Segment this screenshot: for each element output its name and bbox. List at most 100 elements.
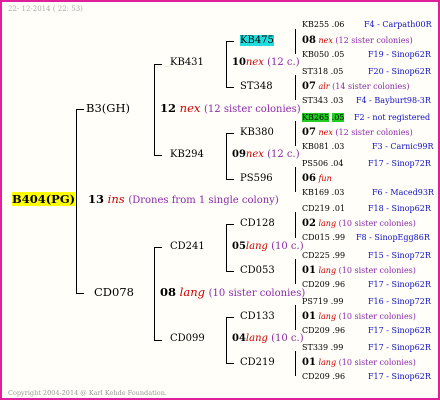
gen3-label[interactable]: KB294 [170,149,204,160]
gen4-label[interactable]: CD133 [240,311,275,322]
connector [226,87,234,88]
gen5-info: F6 - Maced93R [372,188,434,197]
gen4-label[interactable]: CD053 [240,265,275,276]
gen3-label[interactable]: KB431 [170,57,204,68]
num: 06 [302,173,316,184]
gen3-node[interactable]: CD241 [170,242,205,252]
gen5-entry[interactable]: PS506 .04 [302,160,343,168]
gen4-mating: 07 nex (12 sister colonies) [302,128,413,138]
id[interactable]: PS719 [302,297,328,306]
gen2-label[interactable]: B3(GH) [86,101,130,115]
gen3-node[interactable]: KB294 [170,150,204,160]
sisters: (10 sister colonies) [208,288,306,299]
id[interactable]: CD015 [302,233,330,242]
id[interactable]: ST339 [302,343,328,352]
id[interactable]: KB050 [302,50,329,59]
gen4-node[interactable]: KB380 [240,128,274,138]
id[interactable]: KB255 [302,20,329,29]
id[interactable]: KB169 [302,188,329,197]
gen4-node[interactable]: CD133 [240,312,275,322]
cd078-bracket [154,247,155,340]
connector [226,317,234,318]
year: .03 [330,96,344,105]
id[interactable]: ST318 [302,67,328,76]
gen2-b3[interactable]: B3(GH) [86,101,130,115]
gen3-mating: 09nex (12 c.) [232,150,300,160]
root-mate: ins [107,192,125,206]
root-node[interactable]: B404(PG) [12,192,76,206]
pedigree-frame: ~ ~ ~ 22- 12-2014 ( 22: 53) B404(PG) 13 … [0,0,440,400]
gen5-entry[interactable]: KB255 .06 [302,21,344,29]
root-note: (Drones from 1 single colony) [128,195,279,206]
gen4-node[interactable]: KB475 [240,35,274,46]
bracket [295,75,296,100]
gen3-node[interactable]: KB431 [170,58,204,68]
id[interactable]: CD225 [302,251,330,260]
num: 01 [302,357,316,368]
id[interactable]: PS506 [302,159,328,168]
bracket [226,224,227,271]
gen4-node[interactable]: PS596 [240,174,273,184]
gen4-node[interactable]: CD219 [240,358,275,368]
gen2-cd078-mating: 08 lang (10 sister colonies) [160,286,306,299]
root-label[interactable]: B404(PG) [12,192,76,206]
bracket [226,41,227,87]
gen4-node[interactable]: CD053 [240,266,275,276]
gen4-node[interactable]: ST348 [240,82,273,92]
gen5-entry[interactable]: ST343 .03 [302,97,343,105]
gen5-entry[interactable]: PS719 .99 [302,298,343,306]
gen5-entry[interactable]: KB169 .03 [302,189,344,197]
gen4-label[interactable]: PS596 [240,173,273,184]
gen4-label[interactable]: KB380 [240,127,274,138]
gen4-node[interactable]: CD128 [240,219,275,229]
gen5-entry[interactable]: KB265 .05 [302,113,345,122]
gen4-label[interactable]: KB475 [240,35,274,46]
year: .99 [330,297,344,306]
mate: lang [245,333,268,344]
mate: lang [318,219,337,228]
id[interactable]: CD219 [302,204,330,213]
num: 01 [302,311,316,322]
year: .05 [331,113,345,122]
gen5-entry[interactable]: CD219 .01 [302,205,345,213]
gen2-label[interactable]: CD078 [94,285,134,299]
gen3-label[interactable]: CD099 [170,333,205,344]
gen4-mating: 07 alr (14 sister colonies) [302,82,409,92]
gen4-label[interactable]: CD128 [240,218,275,229]
gen5-entry[interactable]: CD225 .99 [302,252,345,260]
gen5-entry[interactable]: CD209 .96 [302,327,345,335]
num: 05 [232,241,246,252]
gen5-entry[interactable]: ST318 .05 [302,68,343,76]
id[interactable]: CD209 [302,326,330,335]
gen4-label[interactable]: CD219 [240,357,275,368]
gen5-entry[interactable]: CD015 .99 [302,234,345,242]
gen5-entry[interactable]: KB050 .05 [302,51,344,59]
gen5-info: F17 - Sinop62R [368,372,431,381]
year: .03 [331,142,345,151]
sisters: (14 sister colonies) [332,82,410,91]
year: .96 [332,372,346,381]
gen3-label[interactable]: CD241 [170,241,205,252]
gen5-entry[interactable]: ST339 .99 [302,344,343,352]
root-num: 13 [88,192,105,206]
gen5-info: F20 - Sinop62R [368,67,431,76]
sisters: (12 c.) [267,149,300,160]
gen5-entry[interactable]: CD209 .96 [302,373,345,381]
bracket [226,317,227,363]
gen5-entry[interactable]: CD209 .96 [302,281,345,289]
id[interactable]: ST343 [302,96,328,105]
year: .99 [332,251,346,260]
id[interactable]: KB081 [302,142,329,151]
sisters: (10 sister colonies) [338,312,416,321]
sisters: (10 sister colonies) [338,266,416,275]
year: .96 [332,326,346,335]
gen4-label[interactable]: ST348 [240,81,273,92]
id[interactable]: CD209 [302,280,330,289]
sisters: (10 c.) [271,241,304,252]
num: 10 [232,57,246,68]
gen5-entry[interactable]: KB081 .03 [302,143,344,151]
id[interactable]: CD209 [302,372,330,381]
gen3-node[interactable]: CD099 [170,334,205,344]
gen2-cd078[interactable]: CD078 [94,285,134,299]
id[interactable]: KB265 [302,113,330,122]
